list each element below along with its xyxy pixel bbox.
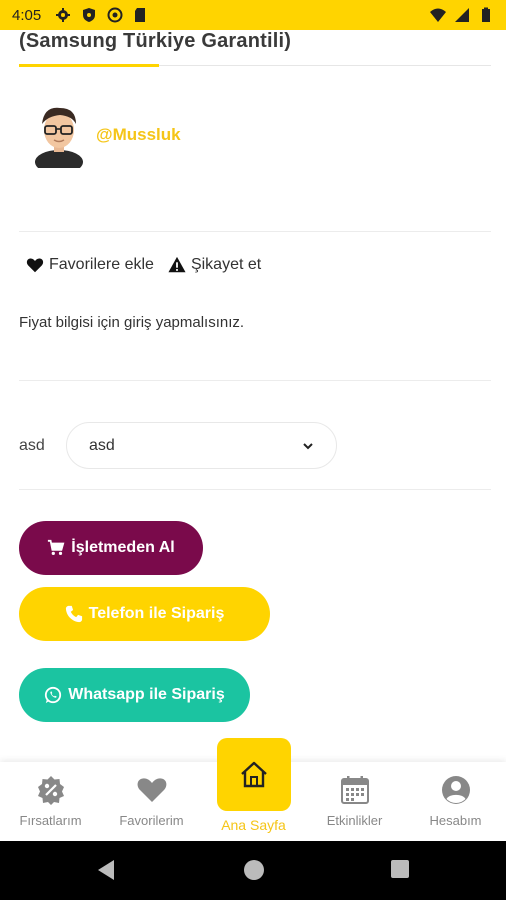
heart-icon: [26, 258, 44, 273]
whatsapp-button-label: Whatsapp ile Sipariş: [68, 686, 225, 703]
divider: [19, 380, 491, 381]
battery-icon: [482, 7, 490, 22]
calendar-icon: [340, 776, 369, 804]
home-circle-icon[interactable]: [243, 859, 265, 881]
avatar: [35, 107, 83, 168]
nav-item-etkinlikler[interactable]: Etkinlikler: [304, 762, 405, 841]
nav-label: Etkinlikler: [326, 813, 383, 828]
status-time: 4:05: [12, 6, 42, 24]
seller-profile[interactable]: @Mussluk: [30, 102, 181, 168]
phone-button-label: Telefon ile Sipariş: [88, 605, 225, 622]
at-icon: [107, 7, 123, 23]
wifi-icon: [430, 8, 446, 22]
nav-label-active: Ana Sayfa: [221, 817, 286, 833]
seller-username[interactable]: @Mussluk: [96, 125, 181, 145]
price-login-notice: Fiyat bilgisi için giriş yapmalısınız.: [19, 314, 245, 331]
nav-label: Fırsatlarım: [19, 813, 82, 828]
product-actions: Favorilere ekle Şikayet et: [26, 256, 261, 274]
divider: [19, 489, 491, 490]
product-detail: (Samsung Türkiye Garantili) @Mussluk Fav…: [0, 30, 506, 762]
discount-badge-icon: [37, 776, 64, 805]
heart-icon: [137, 778, 166, 802]
signal-icon: [455, 8, 469, 22]
variant-label: asd: [19, 436, 45, 454]
status-icons-right: [430, 7, 494, 23]
shield-icon: [83, 8, 96, 22]
add-favorite-label: Favorilere ekle: [49, 256, 154, 273]
report-label: Şikayet et: [190, 256, 262, 273]
nav-item-firsatlarim[interactable]: Fırsatlarım: [0, 762, 101, 841]
back-icon[interactable]: [96, 859, 116, 881]
chevron-down-icon: [303, 442, 313, 449]
variant-row: asd asd: [19, 422, 337, 469]
nav-item-ana-sayfa[interactable]: [217, 738, 291, 811]
warning-icon: [168, 256, 186, 273]
status-icons-left: [55, 7, 149, 23]
phone-icon: [65, 605, 82, 623]
status-bar: 4:05: [0, 0, 506, 30]
android-navigation-bar: [0, 841, 506, 900]
nav-label: Hesabım: [429, 813, 482, 828]
sd-card-icon: [135, 8, 146, 22]
buy-button-label: İşletmeden Al: [71, 539, 175, 556]
buy-from-business-button[interactable]: İşletmeden Al: [19, 521, 203, 575]
recents-icon[interactable]: [390, 859, 410, 879]
gear-icon: [56, 8, 71, 22]
nav-item-favorilerim[interactable]: Favorilerim: [101, 762, 202, 841]
add-favorite-button[interactable]: Favorilere ekle: [26, 256, 154, 274]
report-button[interactable]: Şikayet et: [168, 256, 261, 274]
nav-label: Favorilerim: [119, 813, 184, 828]
whatsapp-order-button[interactable]: Whatsapp ile Sipariş: [19, 668, 250, 722]
cart-icon: [48, 539, 65, 556]
variant-select-value: asd: [89, 436, 115, 454]
account-icon: [441, 776, 470, 804]
whatsapp-icon: [45, 686, 62, 704]
home-icon: [241, 761, 267, 787]
product-title: (Samsung Türkiye Garantili): [19, 30, 292, 52]
divider: [19, 231, 491, 232]
variant-select[interactable]: asd: [66, 422, 337, 469]
nav-item-hesabim[interactable]: Hesabım: [405, 762, 506, 841]
title-underline-accent: [19, 64, 159, 67]
phone-order-button[interactable]: Telefon ile Sipariş: [19, 587, 270, 641]
